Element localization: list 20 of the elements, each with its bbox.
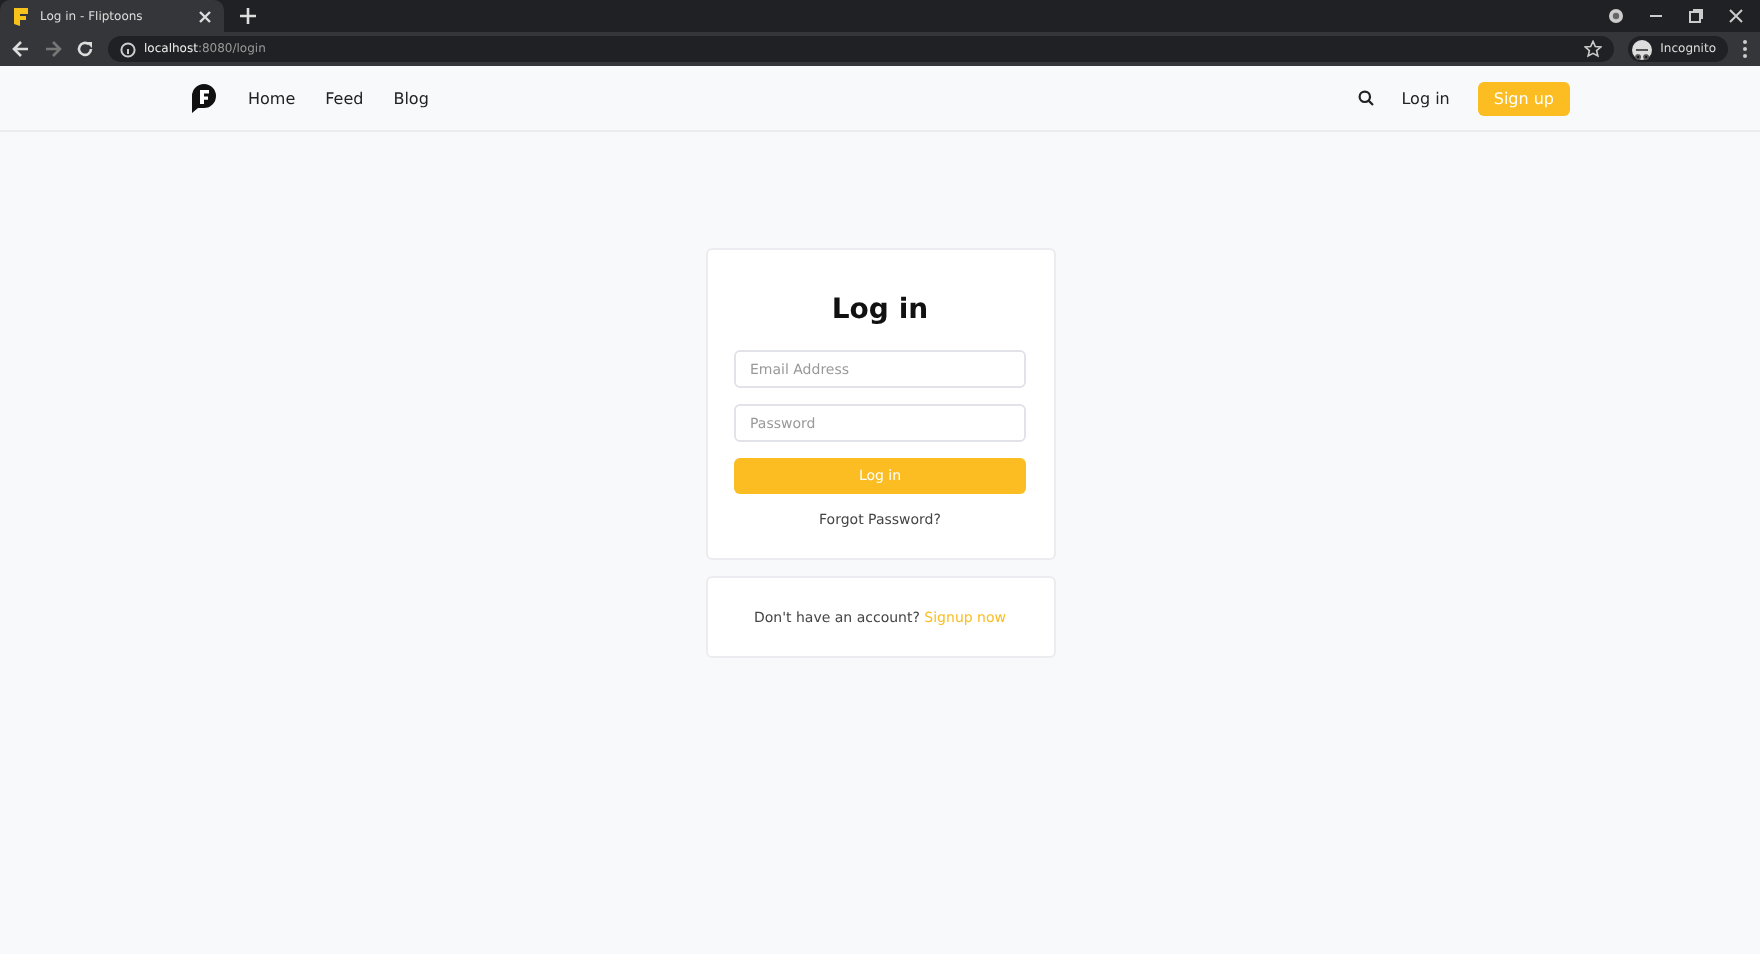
reload-icon[interactable] [76,40,94,58]
close-icon[interactable] [1728,8,1744,24]
nav-link[interactable]: Blog [393,89,429,107]
new-tab-icon[interactable] [240,8,256,24]
restore-icon[interactable] [1688,8,1704,24]
incognito-icon [1632,39,1653,59]
back-icon[interactable] [12,40,30,58]
login-link[interactable]: Log in [1401,89,1450,107]
nav-link[interactable]: Home [248,89,296,107]
nav-link[interactable]: Feed [325,89,364,107]
logo-icon[interactable] [190,82,218,114]
info-icon [120,41,136,57]
close-icon[interactable] [198,9,212,23]
search-icon[interactable] [1357,90,1374,106]
tab-favicon-icon [12,6,30,26]
star-icon[interactable] [1584,40,1603,58]
login-title: Log in [831,294,929,326]
forward-icon[interactable] [44,40,62,58]
record-icon[interactable] [1608,8,1624,24]
menu-icon[interactable] [1742,40,1748,58]
